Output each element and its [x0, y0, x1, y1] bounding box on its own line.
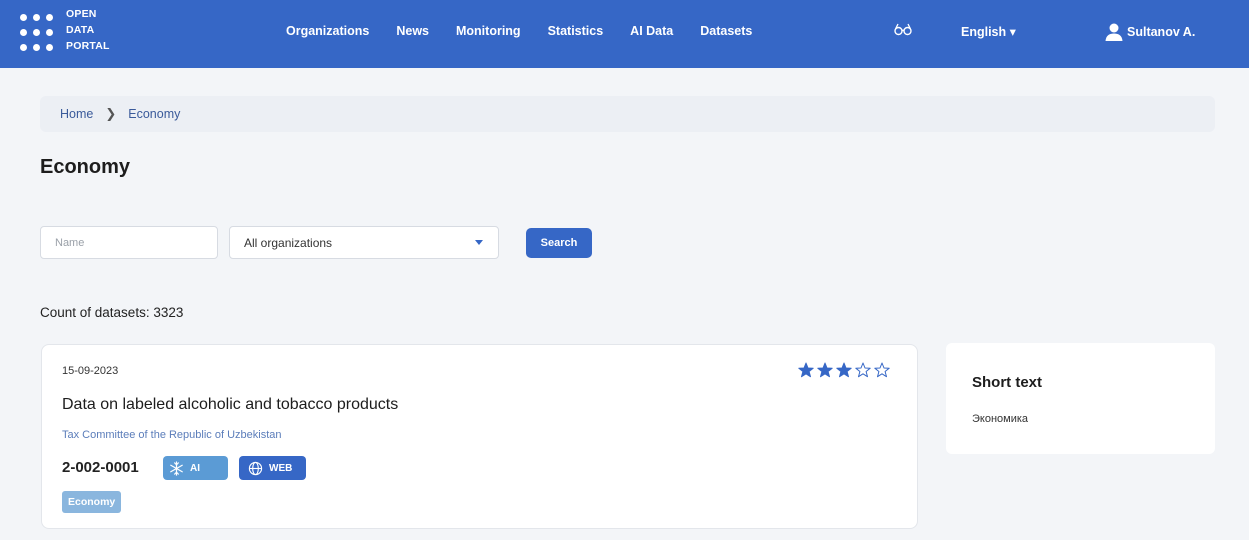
breadcrumb-home[interactable]: Home — [60, 107, 93, 121]
dataset-card[interactable]: 15-09-2023 Data on labeled alcoholic and… — [41, 344, 918, 529]
top-navbar: OPEN DATA PORTAL Organizations News Moni… — [0, 0, 1249, 68]
nav-monitoring[interactable]: Monitoring — [456, 24, 521, 38]
star-empty-icon[interactable] — [855, 362, 871, 378]
short-text-title: Short text — [972, 374, 1043, 391]
user-name: Sultanov A. — [1127, 25, 1196, 39]
ai-badge-label: AI — [190, 462, 200, 474]
nav-datasets[interactable]: Datasets — [700, 24, 752, 38]
star-filled-icon[interactable] — [798, 362, 814, 378]
rating-stars[interactable] — [798, 362, 893, 378]
star-filled-icon[interactable] — [836, 362, 852, 378]
logo-line: OPEN — [66, 8, 97, 20]
search-button[interactable]: Search — [526, 228, 592, 258]
user-icon — [1105, 23, 1123, 41]
nav-statistics[interactable]: Statistics — [548, 24, 604, 38]
name-input[interactable] — [40, 226, 218, 259]
dataset-code: 2-002-0001 — [62, 459, 139, 476]
chevron-down-icon: ▾ — [1009, 25, 1016, 39]
dataset-date: 15-09-2023 — [62, 365, 119, 377]
short-text-content: Экономика — [972, 413, 1029, 425]
organization-select[interactable]: All organizations — [229, 226, 499, 259]
category-tag[interactable]: Economy — [62, 491, 122, 513]
star-filled-icon[interactable] — [817, 362, 833, 378]
globe-icon — [248, 461, 263, 475]
logo-line: DATA — [66, 24, 95, 36]
dataset-organization[interactable]: Tax Committee of the Republic of Uzbekis… — [62, 429, 282, 441]
logo-line: PORTAL — [66, 40, 110, 52]
snowflake-icon — [170, 460, 183, 476]
user-menu[interactable]: Sultanov A. — [1104, 22, 1195, 42]
main-nav: Organizations News Monitoring Statistics… — [286, 24, 779, 38]
logo-text: OPEN DATA PORTAL — [66, 6, 110, 54]
chevron-right-icon: ❯ — [105, 106, 117, 121]
organization-select-value: All organizations — [244, 235, 333, 250]
portal-logo[interactable]: OPEN DATA PORTAL — [20, 6, 110, 54]
language-label: English — [961, 25, 1007, 39]
chevron-down-icon — [475, 240, 483, 245]
web-badge[interactable]: WEB — [239, 456, 306, 480]
language-selector[interactable]: English ▾ — [961, 24, 1016, 39]
dataset-count: Count of datasets: 3323 — [40, 305, 184, 320]
glasses-icon[interactable] — [894, 22, 912, 41]
breadcrumb: Home ❯ Economy — [40, 96, 1215, 132]
star-empty-icon[interactable] — [874, 362, 890, 378]
nav-organizations[interactable]: Organizations — [286, 24, 369, 38]
ai-badge[interactable]: AI — [163, 456, 228, 480]
nav-ai-data[interactable]: AI Data — [630, 24, 673, 38]
logo-dots-icon — [20, 13, 54, 51]
nav-news[interactable]: News — [396, 24, 429, 38]
short-text-panel: Short text Экономика — [946, 343, 1215, 454]
dataset-title[interactable]: Data on labeled alcoholic and tobacco pr… — [62, 396, 398, 414]
breadcrumb-current[interactable]: Economy — [128, 107, 180, 121]
web-badge-label: WEB — [269, 462, 293, 474]
page-title: Economy — [40, 156, 131, 178]
